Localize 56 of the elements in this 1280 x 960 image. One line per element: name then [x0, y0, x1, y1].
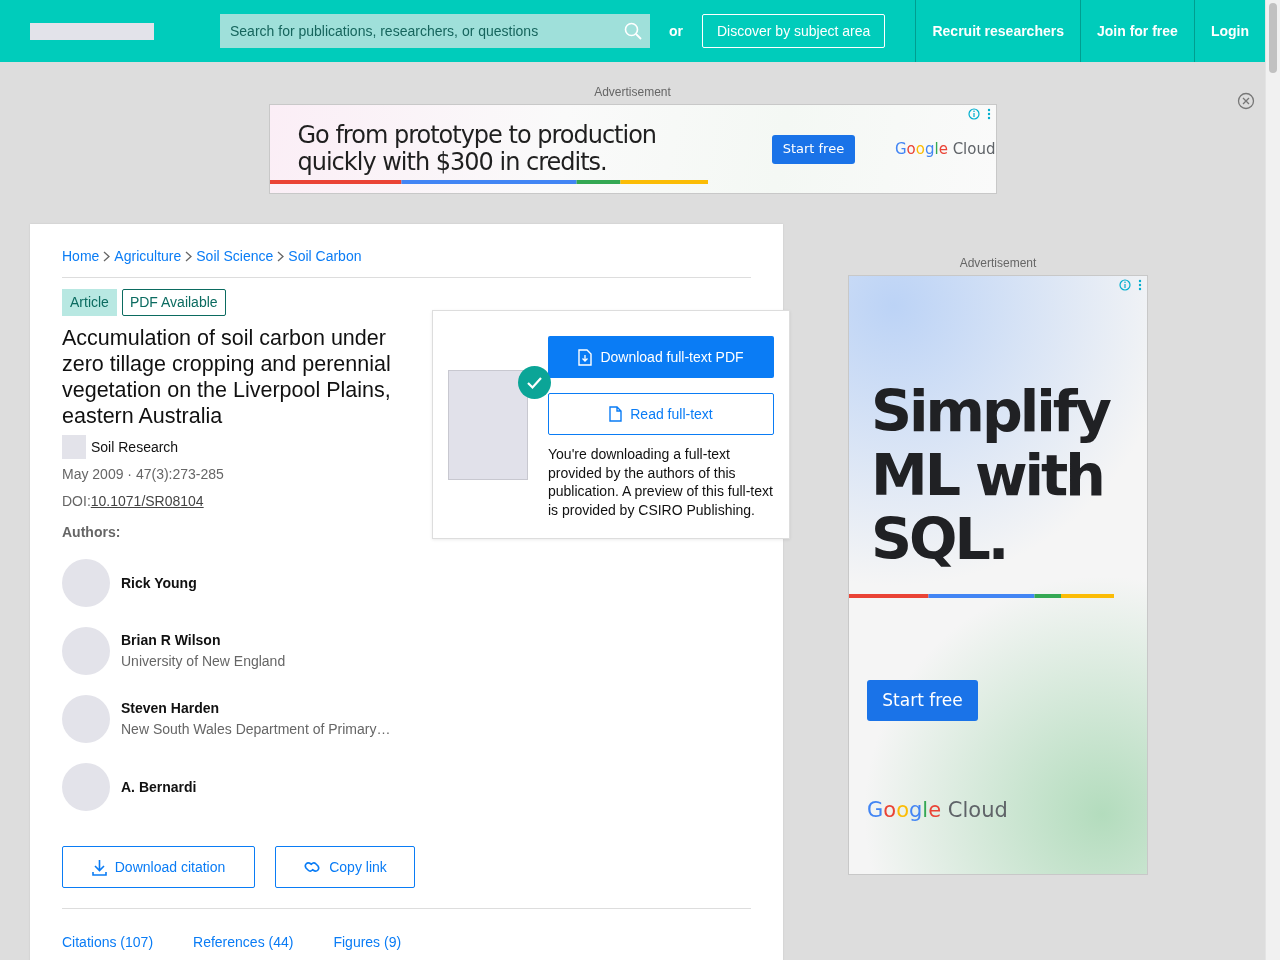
search-icon — [624, 22, 642, 40]
brand-logo: Google Cloud — [894, 138, 996, 160]
chevron-icon — [277, 251, 285, 262]
type-tag: Article — [62, 289, 117, 316]
section-tab[interactable]: Figures (9) — [333, 932, 402, 953]
document-icon — [609, 406, 623, 422]
breadcrumb-link[interactable]: Soil Science — [196, 246, 274, 267]
download-pdf-button[interactable]: Download full-text PDF — [548, 336, 774, 378]
journal-name: Soil Research — [91, 437, 179, 457]
avatar — [62, 763, 110, 811]
type-tag: PDF Available — [121, 289, 226, 316]
authors-heading: Authors: — [62, 523, 121, 542]
author-name[interactable]: Steven Harden — [121, 698, 391, 719]
chevron-icon — [103, 251, 111, 262]
breadcrumb-link[interactable]: Agriculture — [114, 246, 182, 267]
breadcrumb-link[interactable]: Home — [62, 246, 100, 267]
download-icon — [91, 858, 107, 876]
ad-info-icon — [967, 108, 992, 120]
author-affiliation: New South Wales Department of Primary… — [121, 720, 391, 739]
section-tab[interactable]: References (44) — [193, 932, 294, 953]
start-free-button[interactable]: Start free — [771, 134, 855, 164]
link-icon — [303, 860, 322, 874]
chevron-icon — [185, 251, 193, 262]
ad-headline: Go from prototype to production quickly with $300 in credits. — [297, 122, 658, 176]
journal-logo-placeholder — [62, 435, 86, 459]
ad-label: Advertisement — [594, 84, 671, 101]
author-name[interactable]: Rick Young — [121, 572, 197, 594]
advertisement-banner[interactable]: Go from prototype to production quickly with $300 in credits. Start free Google Cloud — [268, 104, 997, 194]
brand-logo: Google Cloud — [867, 797, 1008, 824]
author-affiliation: University of New England — [121, 652, 286, 671]
pdf-file-icon — [578, 348, 593, 366]
ad-headline: Simplify ML with SQL. — [871, 379, 1111, 571]
doi-label: DOI: — [62, 492, 91, 511]
avatar — [62, 627, 110, 675]
ad-label: Advertisement — [959, 255, 1037, 272]
download-note: You're downloading a full-text provided by the authors of this publication. A preview of this full-text is provided by CSIRO Publishing. — [548, 445, 774, 519]
search-field[interactable]: Search for publications, researchers, or questions — [220, 14, 650, 48]
breadcrumb-link[interactable]: Soil Carbon — [288, 246, 362, 267]
checkmark-icon — [518, 366, 551, 399]
copy-link-button[interactable]: Copy link — [275, 846, 415, 888]
advertisement-panel[interactable]: Simplify ML with SQL. Start free Google Cloud — [848, 275, 1148, 875]
download-citation-button[interactable]: Download citation — [62, 846, 255, 888]
section-tab[interactable]: Citations (107) — [62, 932, 154, 953]
article-title: Accumulation of soil carbon under zero tillage cropping and perennial vegetation on the Liverpool Plains, eastern Australia — [62, 325, 392, 429]
or-text: or — [669, 21, 683, 41]
author-name[interactable]: A. Bernardi — [121, 776, 197, 798]
ad-info-icon — [1119, 279, 1143, 291]
author-name[interactable]: Brian R Wilson — [121, 630, 286, 651]
doi-link[interactable]: 10.1071/SR08104 — [90, 491, 204, 512]
close-icon — [1237, 92, 1255, 110]
publication-date: May 2009 · 47(3):273-285 — [62, 465, 224, 484]
start-free-button[interactable]: Start free — [867, 680, 978, 721]
avatar — [62, 695, 110, 743]
read-full-text-button[interactable]: Read full-text — [548, 393, 774, 435]
avatar — [62, 559, 110, 607]
logo-placeholder[interactable] — [30, 22, 154, 40]
